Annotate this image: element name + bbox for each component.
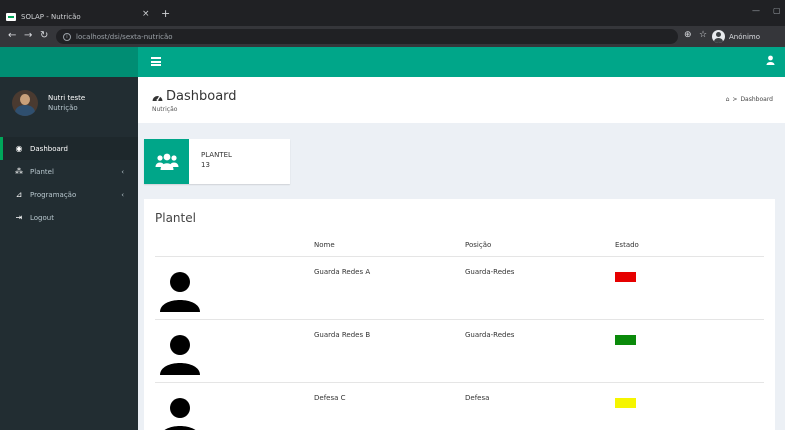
breadcrumb: ⌂ > Dashboard: [726, 96, 773, 103]
browser-toolbar: ← → ↻ i localhost/dsi/sexta-nutricão ⊕ ☆…: [0, 26, 785, 47]
player-position: Defesa: [465, 394, 490, 402]
player-name: Defesa C: [314, 394, 346, 402]
user-name: Nutri teste: [48, 94, 86, 102]
table-header: Nome Posição Estado: [155, 237, 764, 257]
breadcrumb-item[interactable]: Dashboard: [740, 96, 773, 103]
chevron-left-icon: ‹: [121, 190, 124, 199]
user-role: Nutrição: [48, 104, 78, 112]
logout-icon: ⇥: [15, 213, 23, 222]
sidebar: Nutri teste Nutrição ◉ Dashboard ⁂ Plant…: [0, 77, 138, 430]
browser-tab[interactable]: SOLAP - Nutricão: [6, 7, 136, 26]
maximize-icon[interactable]: ▢: [773, 6, 781, 15]
player-name: Guarda Redes A: [314, 268, 371, 276]
sidebar-item-label: Programação: [30, 190, 77, 199]
tab-close-button[interactable]: ×: [142, 9, 150, 19]
table-row[interactable]: Guarda Redes A Guarda-Redes: [155, 258, 764, 320]
favicon-icon: [6, 12, 16, 21]
info-box-plantel: PLANTEL 13: [144, 139, 290, 184]
table-row[interactable]: Guarda Redes B Guarda-Redes: [155, 321, 764, 383]
url-input[interactable]: i localhost/dsi/sexta-nutricão: [56, 29, 678, 44]
zoom-icon[interactable]: ⊕: [684, 30, 692, 40]
page-title: Dashboard: [152, 89, 237, 104]
breadcrumb-separator: >: [732, 96, 738, 103]
sidebar-toggle-icon[interactable]: [151, 57, 161, 66]
profile-name: Anónimo: [729, 32, 760, 41]
status-badge: [615, 398, 636, 408]
box-title: Plantel: [155, 211, 196, 225]
top-navbar: [138, 47, 785, 77]
sidebar-item-logout[interactable]: ⇥ Logout: [0, 206, 138, 229]
column-header-posicao: Posição: [465, 241, 492, 249]
sidebar-menu: ◉ Dashboard ⁂ Plantel ‹ ⊿ Programação ‹ …: [0, 137, 138, 229]
dashboard-icon: [152, 95, 163, 101]
chart-icon: ⊿: [15, 190, 23, 199]
column-header-estado: Estado: [615, 241, 639, 249]
table-row[interactable]: Defesa C Defesa: [155, 384, 764, 430]
minimize-icon[interactable]: —: [752, 6, 760, 15]
home-icon[interactable]: ⌂: [726, 96, 730, 103]
user-avatar-icon: [164, 398, 196, 430]
sidebar-item-label: Dashboard: [30, 144, 68, 153]
player-position: Guarda-Redes: [465, 268, 515, 276]
reload-icon[interactable]: ↻: [40, 30, 48, 41]
info-icon[interactable]: i: [63, 32, 71, 41]
sidebar-item-plantel[interactable]: ⁂ Plantel ‹: [0, 160, 138, 183]
status-badge: [615, 272, 636, 282]
player-position: Guarda-Redes: [465, 331, 515, 339]
status-badge: [615, 335, 636, 345]
url-text: localhost/dsi/sexta-nutricão: [76, 32, 173, 41]
sidebar-item-programacao[interactable]: ⊿ Programação ‹: [0, 183, 138, 206]
content-header: Dashboard Nutrição ⌂ > Dashboard: [138, 77, 785, 123]
users-icon: [144, 139, 189, 184]
sidebar-item-dashboard[interactable]: ◉ Dashboard: [0, 137, 138, 160]
back-icon[interactable]: ←: [8, 30, 16, 41]
forward-icon[interactable]: →: [24, 30, 32, 41]
tab-title: SOLAP - Nutricão: [21, 12, 81, 21]
browser-tabbar: SOLAP - Nutricão × + — ▢: [0, 0, 785, 26]
incognito-icon: [712, 30, 725, 43]
sidebar-item-label: Logout: [30, 213, 54, 222]
user-panel: Nutri teste Nutrição: [0, 77, 138, 129]
player-name: Guarda Redes B: [314, 331, 371, 339]
logo-area: [0, 47, 138, 77]
plantel-box: Plantel Nome Posição Estado Guarda Redes…: [144, 199, 775, 430]
sitemap-icon: ⁂: [15, 167, 23, 176]
new-tab-button[interactable]: +: [161, 7, 170, 20]
column-header-nome: Nome: [314, 241, 335, 249]
page-subtitle: Nutrição: [152, 106, 178, 113]
info-box-label: PLANTEL: [201, 151, 232, 159]
chevron-left-icon: ‹: [121, 167, 124, 176]
dashboard-icon: ◉: [15, 144, 23, 153]
info-box-value: 13: [201, 161, 210, 169]
profile-button[interactable]: Anónimo: [712, 29, 760, 44]
avatar: [12, 90, 38, 116]
user-menu-icon[interactable]: [766, 55, 775, 68]
bookmark-star-icon[interactable]: ☆: [699, 30, 707, 40]
user-avatar-icon: [160, 335, 200, 375]
sidebar-item-label: Plantel: [30, 167, 54, 176]
user-avatar-icon: [160, 272, 200, 312]
